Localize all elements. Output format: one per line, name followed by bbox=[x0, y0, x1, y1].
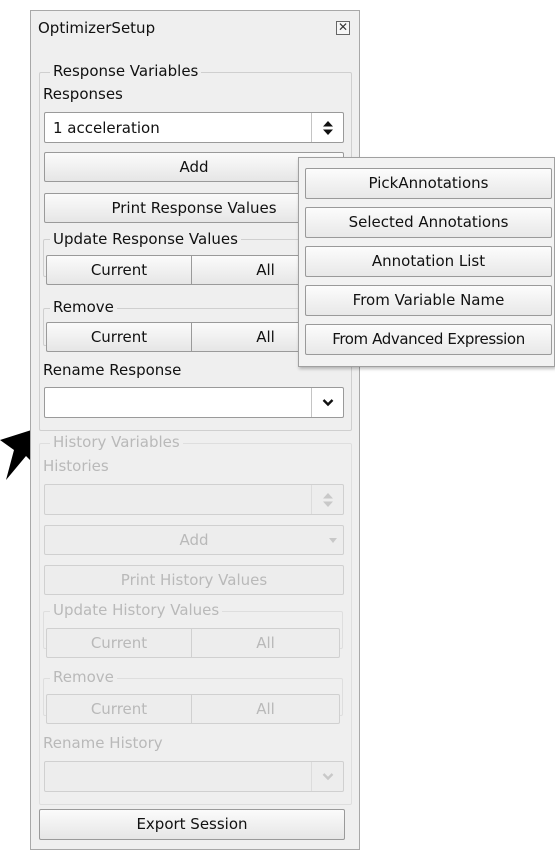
remove-history-legend: Remove bbox=[50, 668, 117, 686]
rename-response-dropdown-button[interactable] bbox=[311, 388, 343, 417]
responses-label: Responses bbox=[43, 85, 123, 103]
rename-history-select[interactable] bbox=[44, 761, 344, 792]
up-down-spinner-icon bbox=[322, 121, 333, 135]
chevron-down-icon bbox=[322, 399, 333, 407]
spinner-button[interactable] bbox=[311, 113, 343, 142]
history-update-current-button[interactable]: Current bbox=[46, 628, 192, 658]
chevron-down-icon bbox=[322, 773, 333, 781]
responses-select-value: 1 acceleration bbox=[53, 119, 160, 137]
up-down-spinner-icon bbox=[322, 493, 333, 507]
update-current-button[interactable]: Current bbox=[46, 255, 192, 285]
history-remove-current-button[interactable]: Current bbox=[46, 694, 192, 724]
update-response-values-legend: Update Response Values bbox=[50, 230, 241, 248]
responses-select[interactable]: 1 acceleration bbox=[44, 112, 344, 143]
optimizer-setup-panel: OptimizerSetup ✕ Response Variables Resp… bbox=[30, 10, 360, 850]
add-history-label: Add bbox=[179, 531, 209, 549]
add-menu-popup: PickAnnotations Selected Annotations Ann… bbox=[298, 157, 555, 367]
remove-response-legend: Remove bbox=[50, 298, 117, 316]
menu-item-selected-annotations[interactable]: Selected Annotations bbox=[305, 207, 552, 238]
rename-response-label: Rename Response bbox=[43, 361, 182, 379]
dropdown-arrow-icon bbox=[329, 538, 337, 543]
title-bar: OptimizerSetup bbox=[31, 11, 359, 45]
remove-current-button[interactable]: Current bbox=[46, 322, 192, 352]
rename-response-select[interactable] bbox=[44, 387, 344, 418]
update-history-values-legend: Update History Values bbox=[50, 601, 223, 619]
history-spinner-button[interactable] bbox=[311, 485, 343, 514]
menu-item-pick-annotations[interactable]: PickAnnotations bbox=[305, 168, 552, 199]
close-icon[interactable]: ✕ bbox=[336, 21, 350, 35]
history-variables-legend: History Variables bbox=[50, 433, 183, 451]
add-history-button[interactable]: Add bbox=[44, 525, 344, 555]
menu-item-annotation-list[interactable]: Annotation List bbox=[305, 246, 552, 277]
histories-label: Histories bbox=[43, 457, 109, 475]
menu-item-from-advanced-expression[interactable]: From Advanced Expression bbox=[305, 324, 552, 355]
print-history-values-button[interactable]: Print History Values bbox=[44, 565, 344, 595]
window-title: OptimizerSetup bbox=[38, 19, 156, 37]
rename-history-dropdown-button[interactable] bbox=[311, 762, 343, 791]
export-session-button[interactable]: Export Session bbox=[39, 809, 345, 840]
rename-history-label: Rename History bbox=[43, 734, 163, 752]
response-variables-legend: Response Variables bbox=[50, 62, 202, 80]
menu-item-from-variable-name[interactable]: From Variable Name bbox=[305, 285, 552, 316]
history-remove-all-button[interactable]: All bbox=[192, 694, 340, 724]
histories-select[interactable] bbox=[44, 484, 344, 515]
history-update-all-button[interactable]: All bbox=[192, 628, 340, 658]
